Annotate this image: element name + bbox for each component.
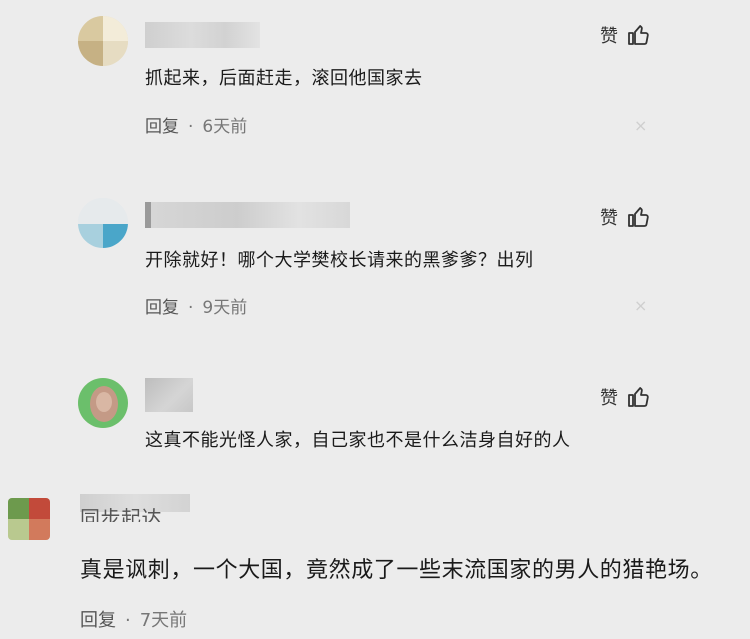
like-button[interactable]: 赞 xyxy=(600,384,650,410)
username-redacted[interactable] xyxy=(145,378,193,412)
thumbs-up-icon xyxy=(626,23,650,47)
like-label: 赞 xyxy=(600,26,618,47)
username-partial[interactable]: 同步起达 xyxy=(80,508,162,522)
close-icon[interactable]: × xyxy=(634,116,647,135)
avatar[interactable] xyxy=(8,498,50,540)
avatar[interactable] xyxy=(78,378,128,428)
comment-time: 7天前 xyxy=(139,610,188,631)
like-label: 赞 xyxy=(600,208,618,229)
comment-meta: 回复 · 7天前 xyxy=(80,610,188,631)
like-label: 赞 xyxy=(600,388,618,409)
like-button[interactable]: 赞 xyxy=(600,204,650,230)
comment-item: 赞 抓起来，后面赶走，滚回他国家去 回复 · 6天前 × xyxy=(0,0,750,170)
thumbs-up-icon xyxy=(626,205,650,229)
thumbs-up-icon xyxy=(626,385,650,409)
reply-button[interactable]: 回复 xyxy=(145,298,179,318)
like-button[interactable]: 赞 xyxy=(600,22,650,48)
reply-button[interactable]: 回复 xyxy=(145,117,179,137)
comment-text: 真是讽刺，一个大国，竟然成了一些末流国家的男人的猎艳场。 xyxy=(80,558,713,583)
close-icon[interactable]: × xyxy=(634,296,647,315)
avatar[interactable] xyxy=(78,198,128,248)
comment-meta: 回复 · 9天前 xyxy=(145,298,248,318)
comment-time: 6天前 xyxy=(202,117,248,137)
comment-item: 赞 这真不能光怪人家，自己家也不是什么洁身自好的人 xyxy=(0,360,750,480)
username-redacted[interactable] xyxy=(145,22,260,48)
comment-item: 赞 开除就好！哪个大学樊校长请来的黑爹爹？出列 回复 · 9天前 × xyxy=(0,170,750,350)
comment-item: 同步起达 真是讽刺，一个大国，竟然成了一些末流国家的男人的猎艳场。 回复 · 7天前 xyxy=(0,480,750,639)
comment-text: 这真不能光怪人家，自己家也不是什么洁身自好的人 xyxy=(145,430,571,451)
reply-button[interactable]: 回复 xyxy=(80,610,116,631)
comment-meta: 回复 · 6天前 xyxy=(145,117,248,137)
comment-time: 9天前 xyxy=(202,298,248,318)
comment-text: 开除就好！哪个大学樊校长请来的黑爹爹？出列 xyxy=(145,250,534,271)
avatar[interactable] xyxy=(78,16,128,66)
username-redacted[interactable] xyxy=(145,202,350,228)
comment-text: 抓起来，后面赶走，滚回他国家去 xyxy=(145,68,423,89)
